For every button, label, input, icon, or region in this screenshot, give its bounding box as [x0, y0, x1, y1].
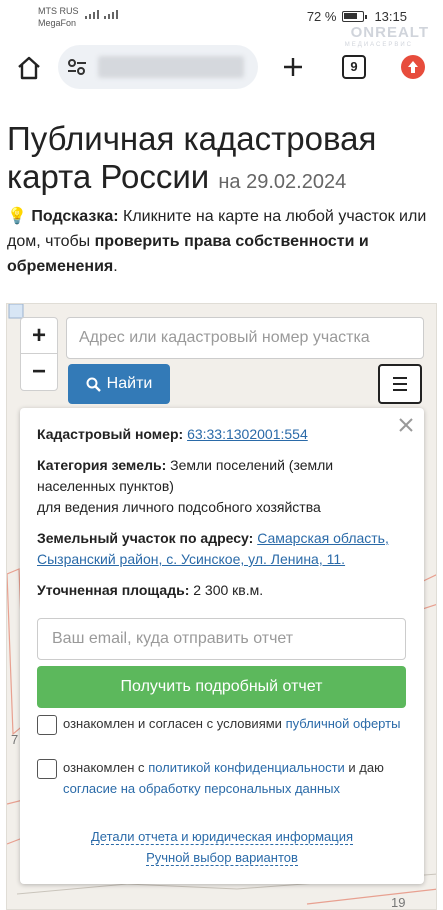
- search-icon: [86, 377, 101, 392]
- signal-icon: [85, 10, 118, 19]
- battery-icon: [342, 11, 368, 22]
- cadastral-label: Кадастровый номер:: [37, 426, 184, 442]
- search-input[interactable]: [66, 317, 424, 359]
- consent-offer-text: ознакомлен и согласен с условиями публич…: [63, 713, 408, 734]
- plus-icon: [284, 58, 302, 76]
- public-offer-link[interactable]: публичной оферты: [286, 716, 401, 731]
- category-value-2: для ведения личного подсобного хозяйства: [37, 499, 321, 515]
- details-link[interactable]: Детали отчета и юридическая информация: [90, 829, 354, 845]
- status-right: 72 % 13:15: [307, 9, 407, 24]
- consent-offer-row: ознакомлен и согласен с условиями публич…: [37, 713, 412, 757]
- status-bar: MTS RUS MegaFon 72 % 13:15 ONREALT МЕДИА…: [0, 0, 443, 48]
- carrier-2: MegaFon: [38, 18, 77, 28]
- carrier-1: MTS RUS: [38, 6, 79, 16]
- find-button[interactable]: Найти: [68, 364, 170, 404]
- consent-privacy-text: ознакомлен с политикой конфиденциальност…: [63, 757, 408, 799]
- address-label: Земельный участок по адресу:: [37, 530, 254, 546]
- cadastral-number-row: Кадастровый номер: 63:33:1302001:554: [37, 424, 412, 445]
- consent-2-text-a: ознакомлен с: [63, 760, 149, 775]
- browser-toolbar: 9: [0, 38, 443, 98]
- data-processing-link[interactable]: согласие на обработку персональных данны…: [63, 781, 340, 796]
- map-label-19: 19: [391, 895, 406, 910]
- home-icon: [18, 56, 40, 80]
- area-label: Уточненная площадь:: [37, 582, 190, 598]
- parcel-info-panel: Кадастровый номер: 63:33:1302001:554 Кат…: [20, 408, 424, 884]
- address-row: Земельный участок по адресу: Самарская о…: [37, 528, 412, 570]
- hint-block: 💡 Подсказка: Кликните на карте на любой …: [7, 204, 437, 279]
- consent-privacy-checkbox[interactable]: [37, 759, 57, 779]
- carrier-info: MTS RUS MegaFon: [38, 5, 79, 29]
- zoom-control: + −: [20, 317, 58, 391]
- hamburger-icon: [393, 377, 407, 379]
- cadastral-number-link[interactable]: 63:33:1302001:554: [187, 426, 308, 442]
- consent-offer-checkbox[interactable]: [37, 715, 57, 735]
- profile-button[interactable]: [401, 55, 425, 79]
- profile-icon: [408, 61, 418, 73]
- map-label-7: 7: [11, 732, 19, 747]
- tabs-button[interactable]: 9: [342, 55, 366, 79]
- area-row: Уточненная площадь: 2 300 кв.м.: [37, 580, 412, 601]
- privacy-policy-link[interactable]: политикой конфиденциальности: [148, 760, 345, 775]
- title-date: на 29.02.2024: [218, 171, 347, 193]
- url-text-blurred: [98, 56, 244, 78]
- zoom-in-button[interactable]: +: [21, 318, 57, 354]
- category-label: Категория земель:: [37, 457, 167, 473]
- area-value: 2 300 кв.м.: [193, 582, 264, 598]
- zoom-out-button[interactable]: −: [21, 354, 57, 390]
- category-row: Категория земель: Земли поселений (земли…: [37, 455, 412, 518]
- menu-button[interactable]: [378, 364, 422, 404]
- page-title: Публичная кадастровая карта России на 29…: [7, 120, 437, 201]
- hint-label: Подсказка:: [31, 208, 119, 225]
- tune-icon[interactable]: [66, 57, 88, 77]
- consent-2-text-b: и даю: [344, 760, 384, 775]
- home-button[interactable]: [16, 56, 42, 80]
- new-tab-button[interactable]: [282, 56, 304, 78]
- address-bar[interactable]: [58, 45, 258, 89]
- hint-text-2: .: [113, 258, 118, 275]
- lightbulb-icon: 💡: [7, 208, 27, 225]
- battery-percent: 72 %: [306, 9, 337, 24]
- get-report-button[interactable]: Получить подробный отчет: [37, 666, 406, 708]
- find-label: Найти: [106, 375, 153, 392]
- clock: 13:15: [374, 9, 407, 24]
- manual-link-row: Ручной выбор вариантов: [20, 850, 424, 866]
- email-field[interactable]: [37, 618, 406, 660]
- consent-privacy-row: ознакомлен с политикой конфиденциальност…: [37, 757, 412, 801]
- details-link-row: Детали отчета и юридическая информация: [20, 829, 424, 845]
- consent-1-text: ознакомлен и согласен с условиями: [63, 716, 286, 731]
- manual-selection-link[interactable]: Ручной выбор вариантов: [146, 850, 298, 866]
